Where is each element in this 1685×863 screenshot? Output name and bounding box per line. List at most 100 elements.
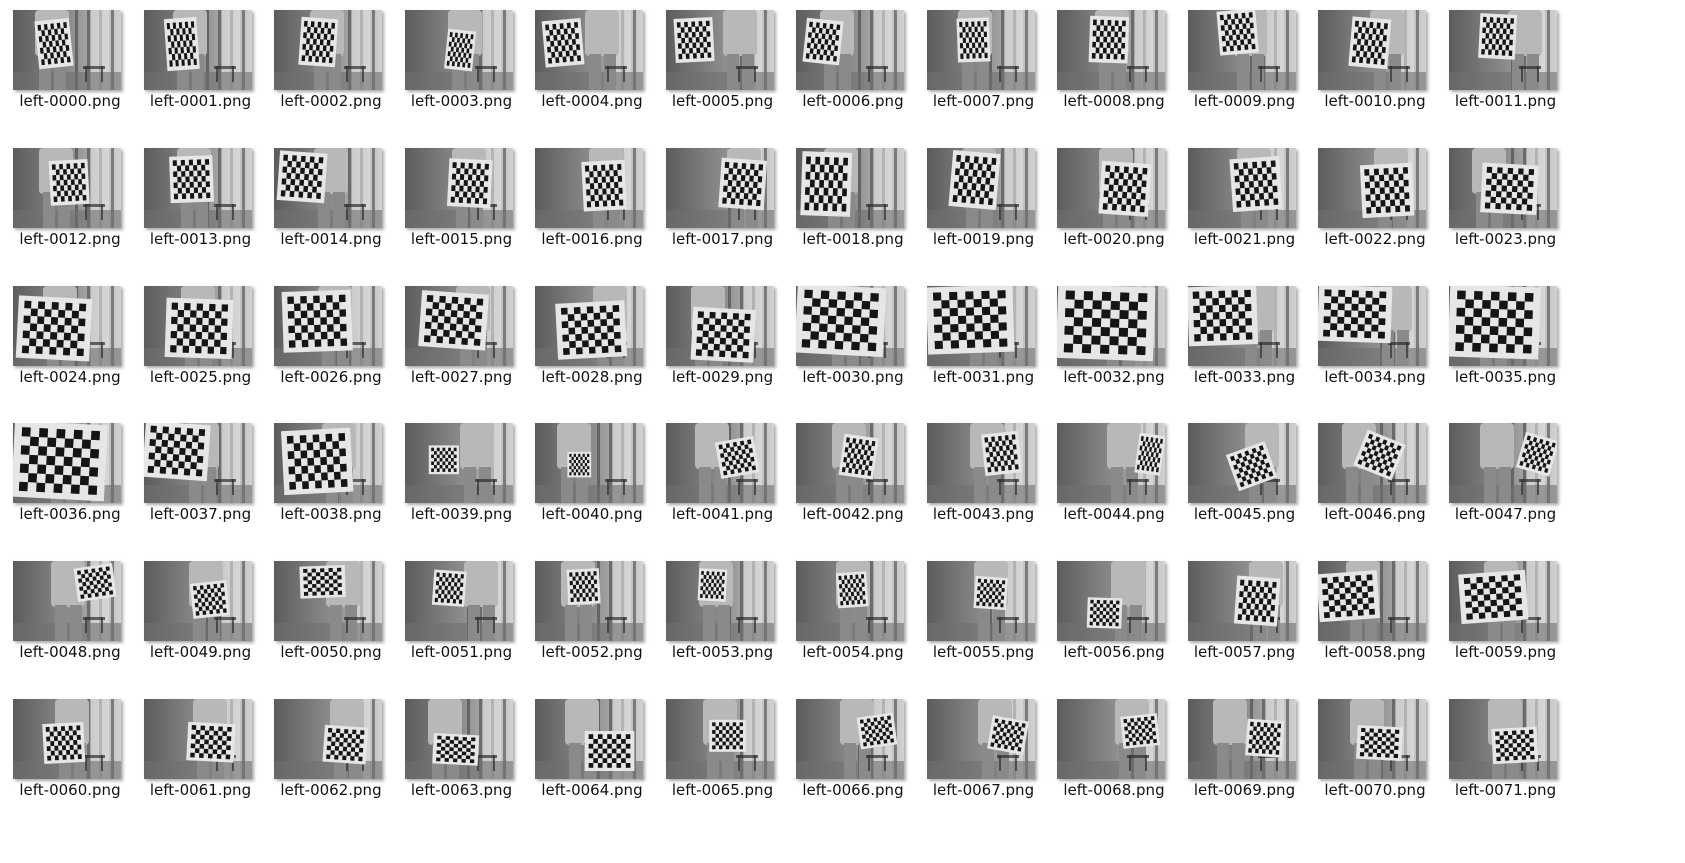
file-item[interactable]: left-0001.png: [131, 0, 271, 120]
file-item[interactable]: left-0043.png: [914, 413, 1054, 533]
file-name-label: left-0033.png: [1193, 367, 1296, 386]
file-item[interactable]: left-0047.png: [1436, 413, 1576, 533]
file-item[interactable]: left-0015.png: [392, 138, 532, 258]
file-item[interactable]: left-0016.png: [522, 138, 662, 258]
file-name-label: left-0059.png: [1454, 643, 1557, 662]
file-thumbnail-image: [13, 285, 121, 366]
file-name-label: left-0065.png: [671, 781, 774, 799]
file-thumbnail-image: [1057, 285, 1165, 366]
file-thumbnail-image: [13, 561, 121, 642]
file-item[interactable]: left-0017.png: [653, 138, 793, 258]
file-item[interactable]: left-0003.png: [392, 0, 532, 120]
file-item[interactable]: left-0022.png: [1305, 138, 1445, 258]
file-item[interactable]: left-0002.png: [261, 0, 401, 120]
file-thumbnail-image: [1448, 423, 1557, 504]
file-item[interactable]: left-0035.png: [1436, 276, 1576, 396]
file-thumbnail-image: [143, 10, 252, 90]
file-item[interactable]: left-0042.png: [783, 413, 923, 533]
file-item[interactable]: left-0048.png: [0, 551, 140, 671]
file-name-label: left-0003.png: [410, 92, 513, 110]
file-item[interactable]: left-0056.png: [1044, 551, 1184, 671]
file-item[interactable]: left-0027.png: [392, 276, 532, 396]
file-name-label: left-0032.png: [1063, 367, 1165, 386]
file-item[interactable]: left-0033.png: [1175, 276, 1315, 396]
file-thumbnail-image: [1187, 285, 1296, 366]
file-item[interactable]: left-0044.png: [1044, 413, 1184, 533]
file-item[interactable]: left-0034.png: [1305, 276, 1445, 396]
file-name-label: left-0031.png: [932, 367, 1035, 386]
file-item[interactable]: left-0036.png: [0, 413, 140, 533]
file-item[interactable]: left-0023.png: [1436, 138, 1576, 258]
file-item[interactable]: left-0066.png: [783, 689, 923, 809]
file-item[interactable]: left-0014.png: [261, 138, 401, 258]
file-item[interactable]: left-0019.png: [914, 138, 1054, 258]
file-item[interactable]: left-0067.png: [914, 689, 1054, 809]
file-name-label: left-0055.png: [932, 643, 1035, 662]
file-thumbnail-image: [665, 10, 774, 90]
file-item[interactable]: left-0068.png: [1044, 689, 1184, 809]
file-item[interactable]: left-0049.png: [131, 551, 271, 671]
file-item[interactable]: left-0055.png: [914, 551, 1054, 671]
file-name-label: left-0013.png: [149, 229, 252, 248]
file-item[interactable]: left-0039.png: [392, 413, 532, 533]
file-item[interactable]: left-0030.png: [783, 276, 923, 396]
file-item[interactable]: left-0026.png: [261, 276, 401, 396]
file-item[interactable]: left-0040.png: [522, 413, 662, 533]
file-item[interactable]: left-0007.png: [914, 0, 1054, 120]
file-item[interactable]: left-0020.png: [1044, 138, 1184, 258]
file-item[interactable]: left-0008.png: [1044, 0, 1184, 120]
file-item[interactable]: left-0029.png: [653, 276, 793, 396]
file-item[interactable]: left-0070.png: [1305, 689, 1445, 809]
file-item[interactable]: left-0038.png: [261, 413, 401, 533]
file-item[interactable]: left-0057.png: [1175, 551, 1315, 671]
file-item[interactable]: left-0064.png: [522, 689, 662, 809]
file-name-label: left-0020.png: [1063, 229, 1165, 248]
file-item[interactable]: left-0004.png: [522, 0, 662, 120]
file-item[interactable]: left-0025.png: [131, 276, 271, 396]
file-item[interactable]: left-0032.png: [1044, 276, 1184, 396]
file-name-label: left-0067.png: [932, 781, 1035, 799]
file-item[interactable]: left-0069.png: [1175, 689, 1315, 809]
file-thumbnail-image: [404, 423, 513, 504]
file-name-label: left-0007.png: [932, 92, 1035, 110]
file-item[interactable]: left-0061.png: [131, 689, 271, 809]
file-name-label: left-0071.png: [1454, 781, 1557, 799]
file-item[interactable]: left-0051.png: [392, 551, 532, 671]
file-item[interactable]: left-0037.png: [131, 413, 271, 533]
file-item[interactable]: left-0052.png: [522, 551, 662, 671]
file-thumbnail-grid: left-0000.png left-0001.png left-0002.png l…: [0, 0, 1685, 863]
file-item[interactable]: left-0050.png: [261, 551, 401, 671]
file-item[interactable]: left-0045.png: [1175, 413, 1315, 533]
file-name-label: left-0041.png: [671, 505, 774, 524]
file-thumbnail-image: [1057, 699, 1165, 779]
file-item[interactable]: left-0065.png: [653, 689, 793, 809]
file-item[interactable]: left-0063.png: [392, 689, 532, 809]
file-item[interactable]: left-0024.png: [0, 276, 140, 396]
file-item[interactable]: left-0000.png: [0, 0, 140, 120]
file-item[interactable]: left-0005.png: [653, 0, 793, 120]
file-item[interactable]: left-0062.png: [261, 689, 401, 809]
file-thumbnail-image: [535, 147, 643, 228]
file-item[interactable]: left-0012.png: [0, 138, 140, 258]
file-item[interactable]: left-0059.png: [1436, 551, 1576, 671]
file-item[interactable]: left-0053.png: [653, 551, 793, 671]
file-item[interactable]: left-0028.png: [522, 276, 662, 396]
file-name-label: left-0054.png: [802, 643, 904, 662]
file-item[interactable]: left-0031.png: [914, 276, 1054, 396]
file-name-label: left-0042.png: [802, 505, 904, 524]
file-item[interactable]: left-0071.png: [1436, 689, 1576, 809]
file-item[interactable]: left-0041.png: [653, 413, 793, 533]
file-item[interactable]: left-0021.png: [1175, 138, 1315, 258]
file-item[interactable]: left-0010.png: [1305, 0, 1445, 120]
file-item[interactable]: left-0058.png: [1305, 551, 1445, 671]
file-item[interactable]: left-0006.png: [783, 0, 923, 120]
file-item[interactable]: left-0009.png: [1175, 0, 1315, 120]
file-item[interactable]: left-0013.png: [131, 138, 271, 258]
file-thumbnail-image: [143, 423, 252, 504]
file-item[interactable]: left-0060.png: [0, 689, 140, 809]
file-item[interactable]: left-0011.png: [1436, 0, 1576, 120]
file-item[interactable]: left-0018.png: [783, 138, 923, 258]
file-item[interactable]: left-0046.png: [1305, 413, 1445, 533]
file-thumbnail-image: [535, 10, 643, 90]
file-item[interactable]: left-0054.png: [783, 551, 923, 671]
